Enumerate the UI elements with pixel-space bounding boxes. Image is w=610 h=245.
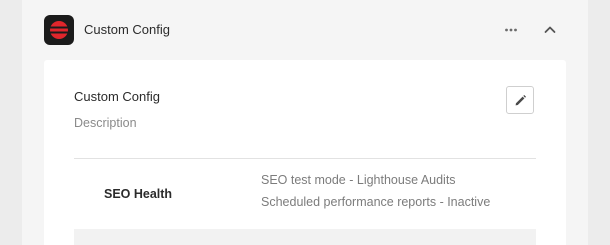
- edit-button[interactable]: [506, 86, 534, 114]
- more-horizontal-icon: [505, 28, 517, 32]
- config-description: Description: [74, 116, 137, 130]
- row-label-seo-health: SEO Health: [104, 187, 173, 201]
- config-title: Custom Config: [74, 89, 160, 104]
- stacked-bars-logo-icon: [44, 15, 74, 45]
- divider: [74, 158, 536, 159]
- config-panel: Custom Config Custom Config Description …: [22, 0, 588, 245]
- next-row-placeholder: [74, 229, 536, 245]
- more-options-button[interactable]: [500, 19, 522, 41]
- panel-header: Custom Config: [22, 0, 588, 60]
- panel-title: Custom Config: [84, 22, 170, 37]
- collapse-button[interactable]: [539, 19, 561, 41]
- pencil-icon: [515, 95, 526, 106]
- row-detail: SEO test mode - Lighthouse Audits: [261, 173, 456, 187]
- config-card: Custom Config Description SEO Health SEO…: [44, 60, 566, 245]
- chevron-up-icon: [544, 26, 556, 33]
- row-detail: Scheduled performance reports - Inactive: [261, 195, 491, 209]
